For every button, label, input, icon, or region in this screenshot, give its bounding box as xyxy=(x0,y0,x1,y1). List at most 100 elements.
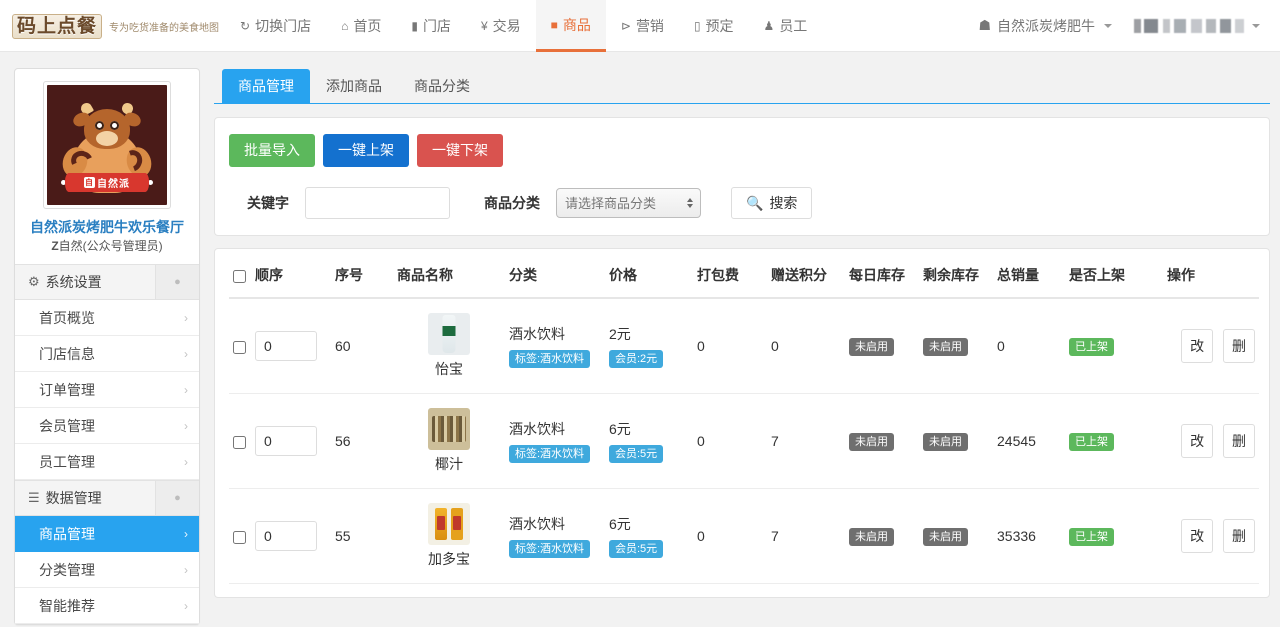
row-category-cell: 酒水饮料 标签:酒水饮料 xyxy=(505,584,605,599)
select-all-header xyxy=(229,249,251,298)
row-category-cell: 酒水饮料 标签:酒水饮料 xyxy=(505,298,605,394)
brand-logo[interactable]: 码上点餐 专为吃货准备的美食地图 xyxy=(0,0,225,52)
daily-stock-badge: 未启用 xyxy=(849,338,894,356)
tab-product-category[interactable]: 商品分类 xyxy=(398,69,486,103)
nav-item-product[interactable]: ■ 商品 xyxy=(536,0,606,52)
row-daily-stock-cell: 未启用 xyxy=(845,394,919,489)
sidebar-group-label: 数据管理 xyxy=(46,488,102,508)
nav-item-switch-shop[interactable]: ↻ 切换门店 xyxy=(225,0,326,51)
collapse-toggle-icon[interactable]: ● xyxy=(155,265,199,299)
chevron-right-icon: › xyxy=(184,347,188,361)
bulk-list-button[interactable]: 一键上架 xyxy=(323,134,409,167)
database-icon: ☰ xyxy=(28,490,40,506)
search-input[interactable] xyxy=(305,187,450,219)
nav-label: 切换门店 xyxy=(255,16,311,36)
sidebar-item-label: 订单管理 xyxy=(39,380,95,400)
member-price-tag: 会员:5元 xyxy=(609,540,663,558)
brand-tagline: 专为吃货准备的美食地图 xyxy=(109,19,219,34)
row-order-cell xyxy=(251,584,331,599)
price-value: 2元 xyxy=(609,324,689,344)
row-left-stock-cell: 未启用 xyxy=(919,298,993,394)
nav-label: 商品 xyxy=(563,15,591,35)
column-header-points: 赠送积分 xyxy=(767,249,845,298)
shop-name[interactable]: 自然派炭烤肥牛欢乐餐厅 xyxy=(27,218,187,236)
edit-button[interactable]: 改 xyxy=(1181,519,1213,553)
edit-button[interactable]: 改 xyxy=(1181,424,1213,458)
sidebar-group-label: 系统设置 xyxy=(46,272,102,292)
order-input[interactable] xyxy=(255,426,317,456)
sidebar-item-member-management[interactable]: 会员管理 › xyxy=(15,408,199,444)
row-price-cell: 6元 会员:5元 xyxy=(605,489,693,584)
delete-button[interactable]: 删 xyxy=(1223,329,1255,363)
category-select[interactable]: 请选择商品分类 xyxy=(556,188,701,218)
sidebar-item-label: 门店信息 xyxy=(39,344,95,364)
category-label: 商品分类 xyxy=(484,193,540,213)
nav-label: 交易 xyxy=(493,16,521,36)
row-index: 55 xyxy=(331,489,393,584)
row-product-cell: 椰汁 xyxy=(393,394,505,489)
row-total-sales: 0 xyxy=(993,298,1065,394)
nav-item-marketing[interactable]: ⊳ 营销 xyxy=(606,0,679,51)
status-badge: 已上架 xyxy=(1069,338,1114,356)
row-checkbox[interactable] xyxy=(233,531,246,544)
shop-switcher[interactable]: ☗ 自然派炭烤肥牛 xyxy=(968,16,1122,36)
row-order-cell xyxy=(251,298,331,394)
row-select-cell xyxy=(229,489,251,584)
category-select-wrap: 请选择商品分类 xyxy=(556,188,701,218)
row-checkbox[interactable] xyxy=(233,436,246,449)
row-daily-stock-cell: 未启用 xyxy=(845,489,919,584)
order-input[interactable] xyxy=(255,521,317,551)
row-left-stock-cell: 未启用 xyxy=(919,394,993,489)
nav-item-reservation[interactable]: ▯ 预定 xyxy=(679,0,749,51)
product-thumbnail xyxy=(428,503,470,545)
shop-switcher-label: 自然派炭烤肥牛 xyxy=(997,16,1095,36)
sidebar-item-label: 智能推荐 xyxy=(39,596,95,616)
row-points: 6 xyxy=(767,584,845,599)
row-category-cell: 酒水饮料 标签:酒水饮料 xyxy=(505,489,605,584)
nav-item-staff[interactable]: ♟ 员工 xyxy=(749,0,823,51)
gear-icon: ⚙ xyxy=(28,274,40,290)
sidebar-item-home-overview[interactable]: 首页概览 › xyxy=(15,300,199,336)
nav-item-store[interactable]: ▮ 门店 xyxy=(396,0,466,51)
table-header-row: 顺序 序号 商品名称 分类 价格 打包费 赠送积分 每日库存 剩余库存 总销量 … xyxy=(229,249,1259,298)
column-header-total-sales: 总销量 xyxy=(993,249,1065,298)
nav-item-transaction[interactable]: ¥ 交易 xyxy=(466,0,536,51)
sidebar-group-data-management[interactable]: ☰ 数据管理 ● xyxy=(15,480,199,516)
select-all-checkbox[interactable] xyxy=(233,270,246,283)
sidebar-item-smart-recommend[interactable]: 智能推荐 › xyxy=(15,588,199,624)
sidebar-item-store-info[interactable]: 门店信息 › xyxy=(15,336,199,372)
collapse-toggle-icon[interactable]: ● xyxy=(155,481,199,515)
delete-button[interactable]: 删 xyxy=(1223,519,1255,553)
tab-product-management[interactable]: 商品管理 xyxy=(222,69,310,103)
account-menu[interactable] xyxy=(1128,19,1266,33)
sidebar-item-label: 商品管理 xyxy=(39,524,95,544)
sidebar-item-staff-management[interactable]: 员工管理 › xyxy=(15,444,199,480)
product-name: 椰汁 xyxy=(397,454,501,474)
sidebar-item-product-management[interactable]: 商品管理 › xyxy=(15,516,199,552)
edit-button[interactable]: 改 xyxy=(1181,329,1213,363)
main-content: 商品管理 添加商品 商品分类 批量导入 一键上架 一键下架 关键字 商品分类 请… xyxy=(214,68,1270,598)
batch-import-button[interactable]: 批量导入 xyxy=(229,134,315,167)
sidebar-item-category-management[interactable]: 分类管理 › xyxy=(15,552,199,588)
row-order-cell xyxy=(251,394,331,489)
table-row: 54 王老吉 酒水饮料 标签:酒水饮料 6元 会员:5元 0 6 xyxy=(229,584,1259,599)
navbar-right: ☗ 自然派炭烤肥牛 xyxy=(968,0,1280,51)
price-value: 6元 xyxy=(609,419,689,439)
row-pack-fee: 0 xyxy=(693,584,767,599)
monitor-icon: ▮ xyxy=(411,20,418,32)
status-badge: 已上架 xyxy=(1069,433,1114,451)
search-button[interactable]: 🔍 搜索 xyxy=(731,187,812,219)
table-row: 56 椰汁 酒水饮料 标签:酒水饮料 6元 会员:5元 0 7 xyxy=(229,394,1259,489)
category-name: 酒水饮料 xyxy=(509,514,601,534)
delete-button[interactable]: 删 xyxy=(1223,424,1255,458)
row-points: 7 xyxy=(767,394,845,489)
bulk-unlist-button[interactable]: 一键下架 xyxy=(417,134,503,167)
order-input[interactable] xyxy=(255,331,317,361)
sidebar-group-system-settings[interactable]: ⚙ 系统设置 ● xyxy=(15,264,199,300)
sidebar-item-order-management[interactable]: 订单管理 › xyxy=(15,372,199,408)
nav-item-home[interactable]: ⌂ 首页 xyxy=(326,0,396,51)
row-checkbox[interactable] xyxy=(233,341,246,354)
daily-stock-badge: 未启用 xyxy=(849,528,894,546)
member-price-tag: 会员:5元 xyxy=(609,445,663,463)
tab-add-product[interactable]: 添加商品 xyxy=(310,69,398,103)
